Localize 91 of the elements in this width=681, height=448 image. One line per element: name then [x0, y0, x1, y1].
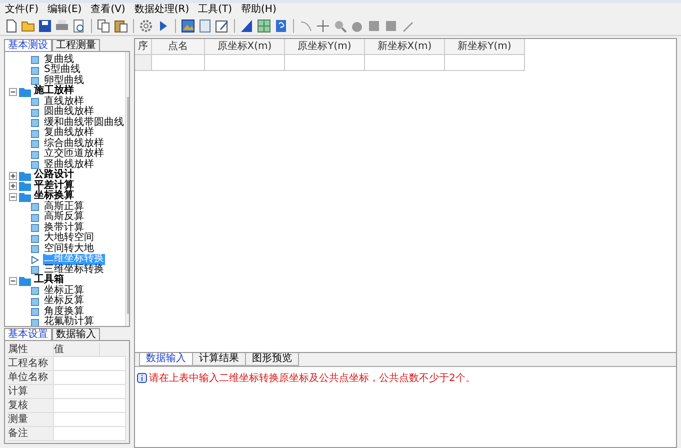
square-icon: [31, 234, 39, 243]
view-tab[interactable]: 图形预览: [245, 353, 299, 366]
expand-icon[interactable]: [9, 172, 17, 180]
paste-icon[interactable]: [114, 19, 128, 33]
square-icon: [31, 266, 39, 274]
tree-item[interactable]: S型曲线: [43, 65, 82, 76]
tree-item[interactable]: 空间转大地: [43, 244, 95, 254]
tree-group[interactable]: 坐标换算: [33, 191, 75, 202]
square-icon: [31, 119, 39, 128]
save-icon[interactable]: [38, 19, 52, 33]
preview-icon[interactable]: [72, 19, 86, 33]
tree-item[interactable]: 高斯反算: [43, 212, 85, 223]
menu-item[interactable]: 数据处理(R): [134, 4, 190, 16]
square-icon: [31, 287, 39, 296]
hint-message: 请在上表中输入二维坐标转换原坐标及公共点坐标，公共点数不少于2个。: [149, 372, 476, 385]
folder-icon: [19, 86, 31, 97]
collapse-icon[interactable]: [9, 88, 17, 96]
triangle-icon: [31, 256, 39, 264]
square-icon: [31, 108, 39, 117]
panel-tab[interactable]: 基本测设: [4, 38, 52, 51]
column-header: 原坐标X(m): [205, 39, 285, 55]
panel-tab[interactable]: 基本设置: [4, 328, 52, 340]
square-icon: [31, 298, 39, 306]
grid-icon[interactable]: [257, 19, 271, 33]
gear-icon[interactable]: [139, 19, 153, 33]
square-icon: [31, 224, 39, 232]
square-icon: [31, 308, 39, 316]
tree-item[interactable]: 复曲线放样: [43, 128, 95, 139]
tree-item[interactable]: 坐标反算: [43, 296, 85, 307]
tree-item[interactable]: 大地转空间: [43, 233, 95, 244]
triangle-icon[interactable]: [240, 19, 254, 33]
square-icon: [31, 140, 39, 148]
square-icon: [31, 214, 39, 222]
square-icon: [31, 98, 39, 106]
new-file-icon[interactable]: [4, 19, 18, 33]
square-icon: [31, 150, 39, 159]
view-tab[interactable]: 数据输入: [139, 353, 193, 366]
square-icon: [31, 66, 39, 75]
square-icon: [31, 161, 39, 170]
folder-icon: [19, 192, 31, 202]
tree-group[interactable]: 公路设计: [33, 170, 75, 181]
square-icon: [31, 130, 39, 138]
menu-item[interactable]: 查看(V): [90, 4, 126, 16]
plus-icon[interactable]: [316, 19, 330, 33]
curve-icon[interactable]: [299, 19, 313, 33]
folder-icon[interactable]: [21, 19, 35, 33]
panel-tab[interactable]: 工程测量: [52, 38, 100, 51]
tree-group[interactable]: 工具箱: [33, 275, 65, 286]
square-icon: [31, 245, 39, 254]
tree-item[interactable]: 立交匝道放样: [43, 149, 105, 160]
square-icon[interactable]: [384, 19, 398, 33]
image-icon[interactable]: [181, 19, 195, 33]
column-header: 值: [54, 342, 100, 356]
view-tab[interactable]: 计算结果: [192, 353, 246, 366]
table-cell[interactable]: [445, 55, 525, 71]
column-header: 新坐标X(m): [365, 39, 445, 55]
zoom-icon[interactable]: [333, 19, 347, 33]
column-header: 属性: [8, 342, 54, 356]
column-header: 原坐标Y(m): [285, 39, 365, 55]
tree-item[interactable]: 花氟勒计算: [43, 317, 95, 326]
table-cell[interactable]: [365, 55, 445, 71]
folder-icon: [19, 170, 31, 181]
menu-item[interactable]: 工具(T): [198, 4, 232, 16]
page-icon[interactable]: [198, 19, 212, 33]
square-icon: [31, 56, 39, 64]
collapse-icon[interactable]: [9, 192, 17, 201]
column-header: 新坐标Y(m): [445, 39, 525, 55]
folder-icon: [19, 181, 31, 192]
column-header: 序: [135, 39, 152, 55]
menu-item[interactable]: 帮助(H): [241, 4, 276, 16]
square-icon: [31, 203, 39, 212]
menu-item[interactable]: 文件(F): [5, 4, 39, 16]
tree-group[interactable]: 施工放样: [33, 86, 75, 97]
expand-icon[interactable]: [9, 182, 17, 190]
collapse-icon[interactable]: [9, 276, 17, 285]
help-icon[interactable]: [274, 19, 288, 33]
info-icon: [137, 373, 147, 383]
tree-item[interactable]: 圆曲线放样: [43, 107, 95, 118]
panel-tab[interactable]: 数据输入: [52, 328, 100, 340]
square-icon[interactable]: [367, 19, 381, 33]
copy-icon[interactable]: [97, 19, 111, 33]
menu-item[interactable]: 编辑(E): [48, 4, 82, 16]
table-cell[interactable]: [285, 55, 365, 71]
square-icon: [31, 77, 39, 86]
pen-icon[interactable]: [401, 19, 415, 33]
table-cell[interactable]: [152, 55, 205, 71]
edit-icon[interactable]: [215, 19, 229, 33]
column-header: 点名: [152, 39, 205, 55]
table-cell[interactable]: [205, 55, 285, 71]
folder-icon: [19, 276, 31, 286]
print-icon[interactable]: [55, 19, 69, 33]
